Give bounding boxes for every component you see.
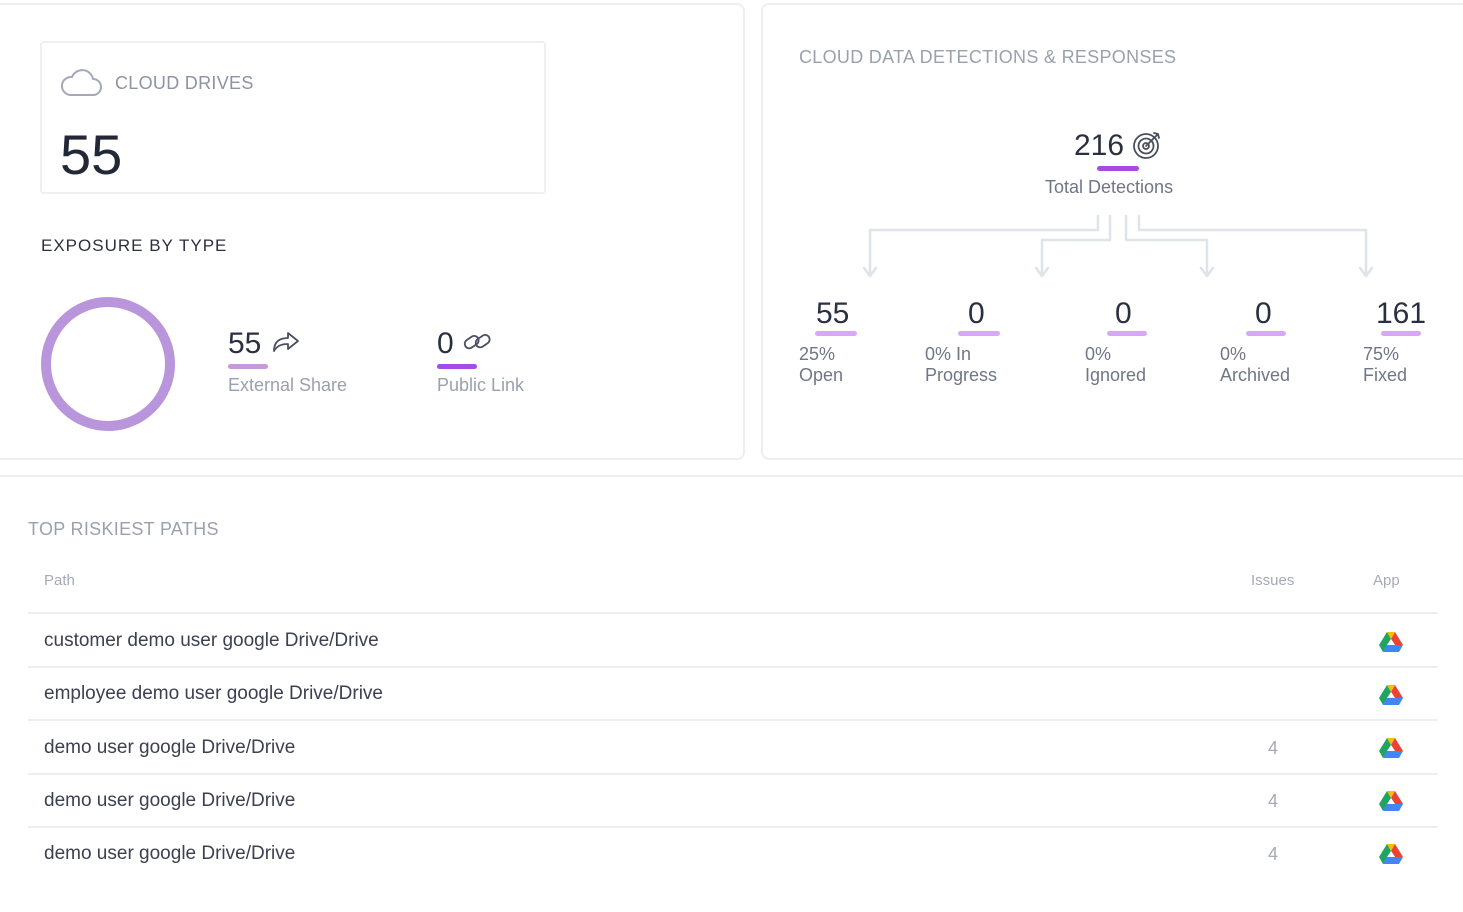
google-drive-icon xyxy=(1379,738,1403,758)
table-row-issues: 4 xyxy=(1268,738,1279,758)
cloud-drives-title: CLOUD DRIVES xyxy=(115,73,254,93)
detection-in-progress-label: Progress xyxy=(925,365,998,385)
detection-ignored-underline xyxy=(1107,331,1147,336)
total-detections-label: Total Detections xyxy=(1045,177,1174,197)
target-icon xyxy=(1133,132,1160,159)
table-row-path[interactable]: employee demo user google Drive/Drive xyxy=(44,683,383,705)
detection-open-underline xyxy=(815,331,857,336)
detection-ignored-label: Ignored xyxy=(1085,365,1147,385)
google-drive-icon xyxy=(1379,844,1403,864)
table-row-issues: 4 xyxy=(1268,791,1279,811)
table-row-path[interactable]: demo user google Drive/Drive xyxy=(44,737,295,759)
detection-archived-count[interactable]: 0 xyxy=(1255,297,1272,331)
detections-tree-connectors xyxy=(862,214,1374,278)
cloud-icon xyxy=(61,69,102,96)
detection-in-progress-count[interactable]: 0 xyxy=(968,297,985,331)
detection-open-label: Open xyxy=(799,365,844,385)
column-header-app[interactable]: App xyxy=(1373,572,1400,589)
total-detections-underline xyxy=(1097,166,1139,171)
detection-in-progress-underline xyxy=(958,331,1000,336)
google-drive-icon xyxy=(1379,791,1403,811)
public-link-label: Public Link xyxy=(437,375,525,395)
detection-archived-percent: 0% xyxy=(1220,344,1247,364)
riskiest-paths-title: TOP RISKIEST PATHS xyxy=(28,519,219,539)
detection-archived-underline xyxy=(1246,331,1286,336)
table-divider xyxy=(28,826,1438,828)
table-row-path[interactable]: demo user google Drive/Drive xyxy=(44,790,295,812)
table-row-issues: 4 xyxy=(1268,844,1279,864)
share-arrow-icon xyxy=(273,332,299,352)
detection-fixed-count[interactable]: 161 xyxy=(1376,297,1426,331)
exposure-donut-chart[interactable] xyxy=(40,296,176,432)
external-share-underline xyxy=(228,364,268,369)
table-divider xyxy=(28,612,1438,614)
total-detections-count[interactable]: 216 xyxy=(1074,129,1124,163)
google-drive-icon xyxy=(1379,632,1403,652)
detection-fixed-percent: 75% xyxy=(1363,344,1400,364)
google-drive-icon xyxy=(1379,685,1403,705)
detection-ignored-count[interactable]: 0 xyxy=(1115,297,1132,331)
table-divider xyxy=(28,773,1438,775)
table-row-path[interactable]: demo user google Drive/Drive xyxy=(44,843,295,865)
exposure-title: EXPOSURE BY TYPE xyxy=(41,236,228,255)
detection-archived-label: Archived xyxy=(1220,365,1291,385)
table-row-path[interactable]: customer demo user google Drive/Drive xyxy=(44,630,379,652)
external-share-label: External Share xyxy=(228,375,348,395)
external-share-count[interactable]: 55 xyxy=(228,327,261,361)
detection-ignored-percent: 0% xyxy=(1085,344,1112,364)
public-link-underline xyxy=(437,364,477,369)
detection-in-progress-percent: 0% In xyxy=(925,344,972,364)
link-icon xyxy=(463,334,491,350)
detection-open-count[interactable]: 55 xyxy=(816,297,849,331)
table-divider xyxy=(28,666,1438,668)
detections-title: CLOUD DATA DETECTIONS & RESPONSES xyxy=(799,47,1177,67)
detection-open-percent: 25% xyxy=(799,344,836,364)
column-header-issues[interactable]: Issues xyxy=(1251,572,1294,589)
public-link-count[interactable]: 0 xyxy=(437,327,454,361)
column-header-path[interactable]: Path xyxy=(44,572,75,589)
detection-fixed-underline xyxy=(1381,331,1421,336)
table-divider xyxy=(28,719,1438,721)
cloud-drives-count: 55 xyxy=(60,123,123,186)
detection-fixed-label: Fixed xyxy=(1363,365,1408,385)
